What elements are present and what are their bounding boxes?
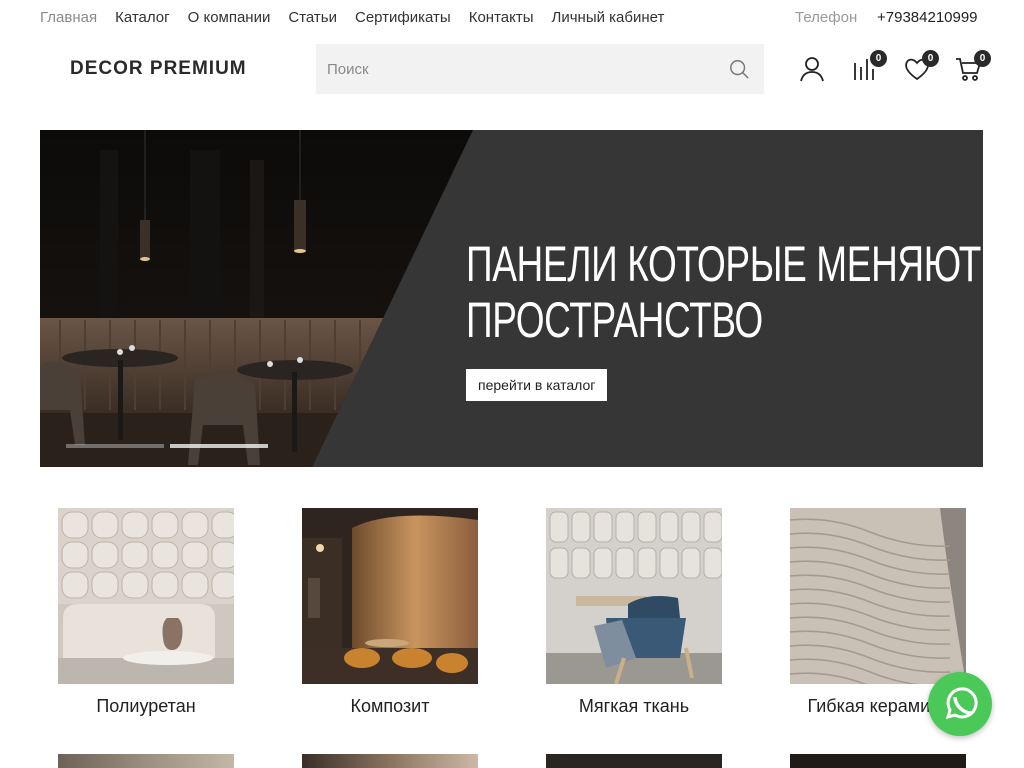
nav-link-contacts[interactable]: Контакты [469,9,534,26]
site-logo[interactable]: DECOR PREMIUM [70,58,247,80]
hero-title: Панели которые меняют пространство [466,236,981,348]
category-card-polyurethane[interactable]: Полиуретан [58,508,234,717]
user-icon [800,57,824,82]
category-label: Полиуретан [96,696,196,716]
nav-link-about[interactable]: О компании [188,9,271,26]
category-card-row2-1[interactable] [58,754,234,768]
nav-link-articles[interactable]: Статьи [288,9,337,26]
hero-banner: Панели которые меняют пространство перей… [40,130,983,467]
category-card-composite[interactable]: Композит [302,508,478,717]
search-icon[interactable] [728,58,750,80]
favorites-count-badge: 0 [922,50,939,67]
slider-dot-2[interactable] [170,444,268,448]
nav-link-home[interactable]: Главная [40,9,97,26]
hero-title-line-2: пространство [466,292,763,348]
favorites-button[interactable]: 0 [903,50,939,83]
whatsapp-chat-button[interactable] [928,672,992,736]
slider-indicators [66,444,268,448]
category-label: Композит [350,696,430,716]
nav-link-certificates[interactable]: Сертификаты [355,9,451,26]
search-input[interactable] [316,44,706,94]
category-card-row2-3[interactable] [546,754,722,768]
top-navigation: Главная Каталог О компании Статьи Сертиф… [0,0,1024,36]
phone-label: Телефон [795,9,858,26]
category-label: Мягкая ткань [578,696,690,716]
compare-count-badge: 0 [870,50,887,67]
category-card-soft-fabric[interactable]: Мягкая ткань [546,508,722,717]
category-image-composite [302,508,478,684]
compare-button[interactable]: 0 [851,50,887,83]
category-card-row2-2[interactable] [302,754,478,768]
category-card-row2-4[interactable] [790,754,966,768]
cart-button[interactable]: 0 [955,50,991,83]
phone-number[interactable]: +79384210999 [877,9,978,26]
cart-count-badge: 0 [974,50,991,67]
nav-link-catalog[interactable]: Каталог [115,9,170,26]
category-image-flexible-ceramics [790,508,966,684]
slider-dot-1[interactable] [66,444,164,448]
top-nav-links: Главная Каталог О компании Статьи Сертиф… [40,9,664,26]
account-button[interactable] [798,55,826,83]
category-image-soft-fabric [546,508,722,684]
nav-link-account[interactable]: Личный кабинет [552,9,665,26]
category-image-polyurethane [58,508,234,684]
catalog-cta-button[interactable]: перейти в каталог [466,369,608,401]
hero-title-line-1: Панели которые меняют [466,236,981,292]
search-bar [316,44,764,94]
whatsapp-icon [945,687,978,720]
